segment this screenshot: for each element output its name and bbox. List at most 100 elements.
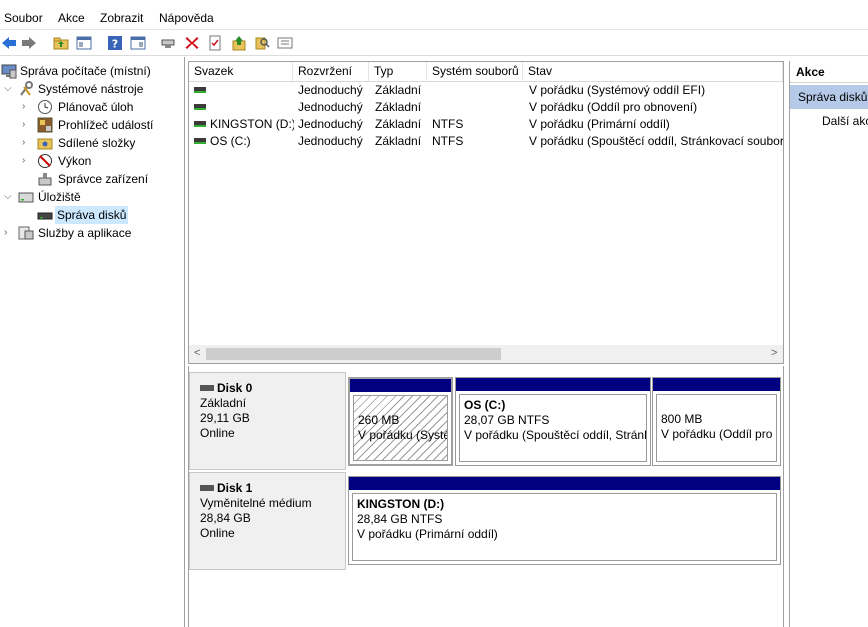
connect-icon[interactable] (160, 35, 176, 51)
more-actions-link[interactable]: Další akc (822, 112, 868, 130)
volume-layout: Jednoduchý (298, 134, 363, 148)
back-arrow-icon[interactable] (1, 35, 17, 51)
partition-title: KINGSTON (D:) (357, 497, 445, 511)
volume-layout: Jednoduchý (298, 83, 363, 97)
disk-icon (200, 484, 214, 491)
menu-akce[interactable]: Akce (58, 11, 85, 25)
tree-item-system-tools[interactable]: ⌵ Systémové nástroje (0, 80, 185, 98)
device-manager-icon (37, 171, 53, 187)
disk-type: Základní (200, 396, 247, 410)
table-row[interactable]: KINGSTON (D:) Jednoduchý Základní NTFS V… (189, 116, 783, 133)
tree-item-event-viewer[interactable]: › Prohlížeč událostí (0, 116, 185, 134)
partition-recovery[interactable]: 800 MB V pořádku (Oddíl pro (652, 377, 781, 466)
tree-item-task-scheduler[interactable]: › Plánovač úloh (0, 98, 185, 116)
tree-item-shared-folders[interactable]: › Sdílené složky (0, 134, 185, 152)
tree-label: Výkon (58, 154, 92, 168)
services-icon (18, 225, 34, 241)
forward-arrow-icon[interactable] (21, 35, 37, 51)
show-hide-action-pane-icon[interactable] (130, 35, 146, 51)
event-viewer-icon (37, 117, 53, 133)
partition-status: V pořádku (Primární oddíl) (357, 527, 498, 541)
menu-zobrazit[interactable]: Zobrazit (100, 11, 143, 25)
svg-text:?: ? (112, 38, 118, 51)
tree-item-computer-management[interactable]: Správa počítače (místní) (0, 62, 185, 80)
volume-name: KINGSTON (D:) (194, 116, 294, 133)
disk-management-icon (37, 207, 53, 223)
delete-icon[interactable] (184, 35, 200, 51)
volume-icon (194, 137, 206, 144)
chevron-down-icon[interactable]: ⌵ (4, 80, 14, 98)
volume-icon (194, 103, 206, 110)
up-folder-icon[interactable] (53, 35, 69, 51)
partition-efi[interactable]: 260 MB V pořádku (Systé (348, 377, 453, 466)
disk-0-label[interactable]: Disk 0 Základní 29,11 GB Online (189, 372, 346, 470)
volume-type: Základní (375, 117, 422, 131)
actions-section-disk-management[interactable]: Správa disků (790, 85, 868, 109)
tree-item-performance[interactable]: › Výkon (0, 152, 185, 170)
scroll-right-icon[interactable]: > (771, 347, 777, 359)
column-header-layout[interactable]: Rozvržení (293, 62, 369, 81)
tree-item-device-manager[interactable]: Správce zařízení (0, 170, 185, 188)
partition-bar (350, 379, 451, 392)
disk-name: Disk 1 (200, 481, 345, 496)
table-row[interactable]: OS (C:) Jednoduchý Základní NTFS V pořád… (189, 133, 783, 150)
chevron-right-icon[interactable]: › (22, 98, 32, 116)
properties-icon[interactable] (207, 35, 223, 51)
search-icon[interactable] (254, 35, 270, 51)
partition-body: KINGSTON (D:) 28,84 GB NTFS V pořádku (P… (352, 493, 777, 561)
menu-napoveda[interactable]: Nápověda (159, 11, 214, 25)
actions-header: Akce (790, 61, 868, 83)
partition-title: OS (C:) (464, 398, 506, 412)
menu-soubor[interactable]: Soubor (4, 11, 43, 25)
tree-label: Služby a aplikace (38, 226, 132, 240)
partition-status: V pořádku (Oddíl pro (661, 427, 773, 441)
scrollbar-thumb[interactable] (206, 348, 501, 360)
help-icon[interactable]: ? (107, 35, 123, 51)
table-row[interactable]: Jednoduchý Základní V pořádku (Systémový… (189, 82, 783, 99)
volume-list: Svazek Rozvržení Typ Systém souborů Stav… (188, 61, 784, 364)
tree-label: Systémové nástroje (38, 82, 144, 96)
volume-list-header: Svazek Rozvržení Typ Systém souborů Stav (189, 62, 783, 82)
partition-kingston-d[interactable]: KINGSTON (D:) 28,84 GB NTFS V pořádku (P… (348, 476, 781, 565)
disk-1-label[interactable]: Disk 1 Vyměnitelné médium 28,84 GB Onlin… (189, 472, 346, 570)
toolbar: ? (0, 31, 868, 56)
tree-label: Prohlížeč událostí (58, 118, 154, 132)
volume-name: OS (C:) (194, 133, 294, 150)
disk-size: 29,11 GB (200, 411, 250, 425)
chevron-right-icon[interactable]: › (22, 152, 32, 170)
horizontal-scrollbar[interactable]: < > (189, 345, 783, 363)
chevron-right-icon[interactable]: › (4, 224, 14, 242)
column-header-type[interactable]: Typ (369, 62, 427, 81)
tree-label: Plánovač úloh (58, 100, 134, 114)
chevron-right-icon[interactable]: › (22, 134, 32, 152)
actions-pane: Akce Správa disků Další akc (789, 61, 868, 627)
disk-icon (200, 384, 214, 391)
shared-folder-icon (37, 135, 53, 151)
partition-os-c[interactable]: OS (C:) 28,07 GB NTFS V pořádku (Spouště… (455, 377, 651, 466)
navigation-tree: Správa počítače (místní) ⌵ Systémové nás… (0, 57, 185, 627)
disk-size: 28,84 GB (200, 511, 251, 525)
chevron-down-icon[interactable]: ⌵ (4, 188, 14, 206)
show-hide-tree-icon[interactable] (76, 35, 92, 51)
volume-fs: NTFS (432, 117, 464, 131)
table-row[interactable]: Jednoduchý Základní V pořádku (Oddíl pro… (189, 99, 783, 116)
scroll-left-icon[interactable]: < (194, 347, 200, 359)
disk-state: Online (200, 526, 235, 540)
disk-name: Disk 0 (200, 381, 345, 396)
column-header-status[interactable]: Stav (523, 62, 783, 81)
partition-bar (349, 477, 780, 490)
volume-layout: Jednoduchý (298, 117, 363, 131)
tree-item-storage[interactable]: ⌵ Úložiště (0, 188, 185, 206)
tree-item-services-apps[interactable]: › Služby a aplikace (0, 224, 185, 242)
column-header-filesystem[interactable]: Systém souborů (427, 62, 523, 81)
volume-type: Základní (375, 134, 422, 148)
volume-name (194, 82, 254, 99)
column-header-volume[interactable]: Svazek (189, 62, 293, 81)
tree-item-disk-management[interactable]: Správa disků (0, 206, 185, 224)
details-icon[interactable] (277, 35, 293, 51)
chevron-right-icon[interactable]: › (22, 116, 32, 134)
volume-name (194, 99, 254, 116)
import-icon[interactable] (231, 35, 247, 51)
disk-state: Online (200, 426, 235, 440)
volume-status: V pořádku (Oddíl pro obnovení) (529, 100, 698, 114)
